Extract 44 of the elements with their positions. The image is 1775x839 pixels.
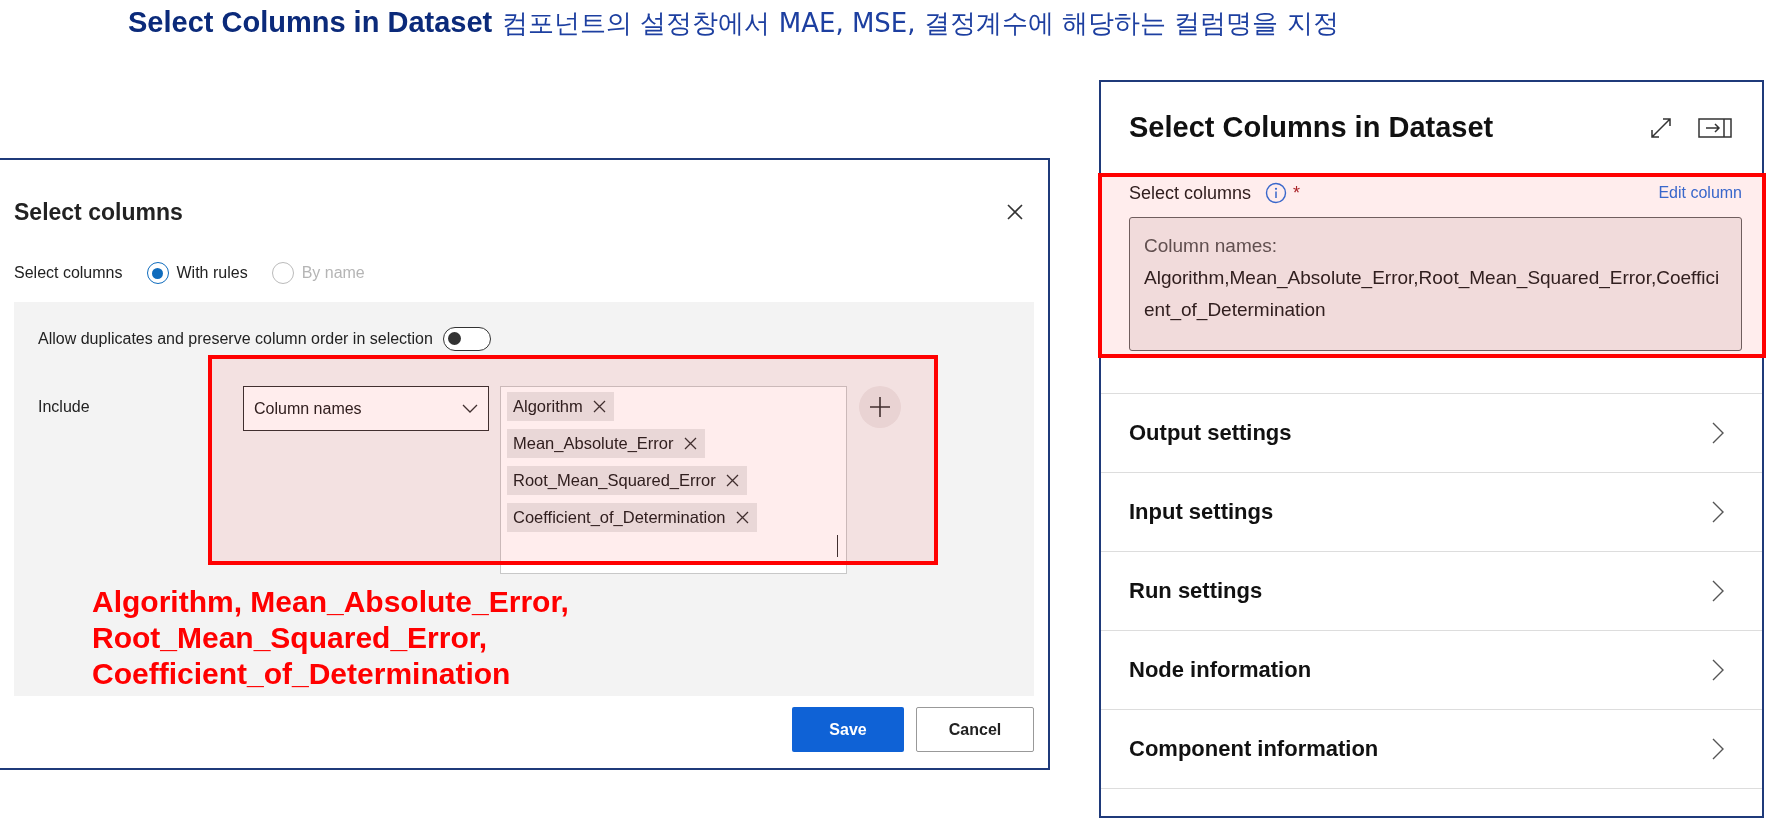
column-tag: Root_Mean_Squared_Error [507,466,747,495]
remove-icon[interactable] [725,474,739,487]
selected-columns-field: Column names: Algorithm,Mean_Absolute_Error,Root_Mean_Squared_Error,Coefficient_of_Determination [1129,217,1742,351]
chevron-right-icon [1712,659,1724,681]
column-tag: Mean_Absolute_Error [507,429,705,458]
chevron-right-icon [1712,501,1724,523]
text-cursor [837,535,838,557]
add-rule-button[interactable] [859,386,901,428]
settings-section[interactable]: Run settings [1101,551,1762,630]
expand-icon[interactable] [1650,116,1672,139]
edit-column-link[interactable]: Edit column [1658,184,1742,202]
info-icon[interactable] [1265,182,1288,204]
close-icon[interactable] [1006,203,1024,221]
toggle-label: Allow duplicates and preserve column order in selection [38,330,433,348]
settings-section[interactable]: Component information [1101,709,1762,789]
remove-icon[interactable] [592,400,606,413]
save-button[interactable]: Save [792,707,904,752]
settings-section[interactable]: Node information [1101,630,1762,709]
settings-section[interactable]: Input settings [1101,472,1762,551]
dialog-title: Select columns [14,198,183,226]
plus-icon [869,396,891,418]
chevron-right-icon [1712,580,1724,602]
chevron-right-icon [1712,422,1724,444]
toggle-switch[interactable] [442,327,491,351]
field-label: Select columns [1129,182,1252,204]
panel-title: Select Columns in Dataset [1129,111,1494,144]
column-tag: Coefficient_of_Determination [507,503,757,532]
column-tags-field[interactable]: Algorithm Mean_Absolute_Error Root_Mean_Squared_Error Coefficient_of_Determination [500,386,847,574]
remove-icon[interactable] [735,511,749,524]
cancel-button[interactable]: Cancel [916,707,1034,752]
select-columns-label: Select columns [14,264,123,282]
slide-heading: Select Columns in Dataset [128,6,493,38]
dock-panel-icon[interactable] [1698,117,1732,138]
include-label: Include [38,397,91,416]
chevron-right-icon [1712,738,1724,760]
settings-section[interactable]: Output settings [1101,393,1762,472]
remove-icon[interactable] [683,437,697,450]
chevron-down-icon [462,403,478,414]
slide-description: 컴포넌트의 설정창에서 MAE, MSE, 결정계수에 해당하는 컬럼명을 지정 [502,8,1339,38]
required-mark: * [1293,182,1301,204]
column-tag: Algorithm [507,392,614,421]
annotation-text: Algorithm, Mean_Absolute_Error, Root_Mean_Squared_Error, Coefficient_of_Determination [91,584,570,692]
column-type-dropdown[interactable]: Column names [243,386,489,431]
radio-option[interactable]: With rules [146,262,248,284]
